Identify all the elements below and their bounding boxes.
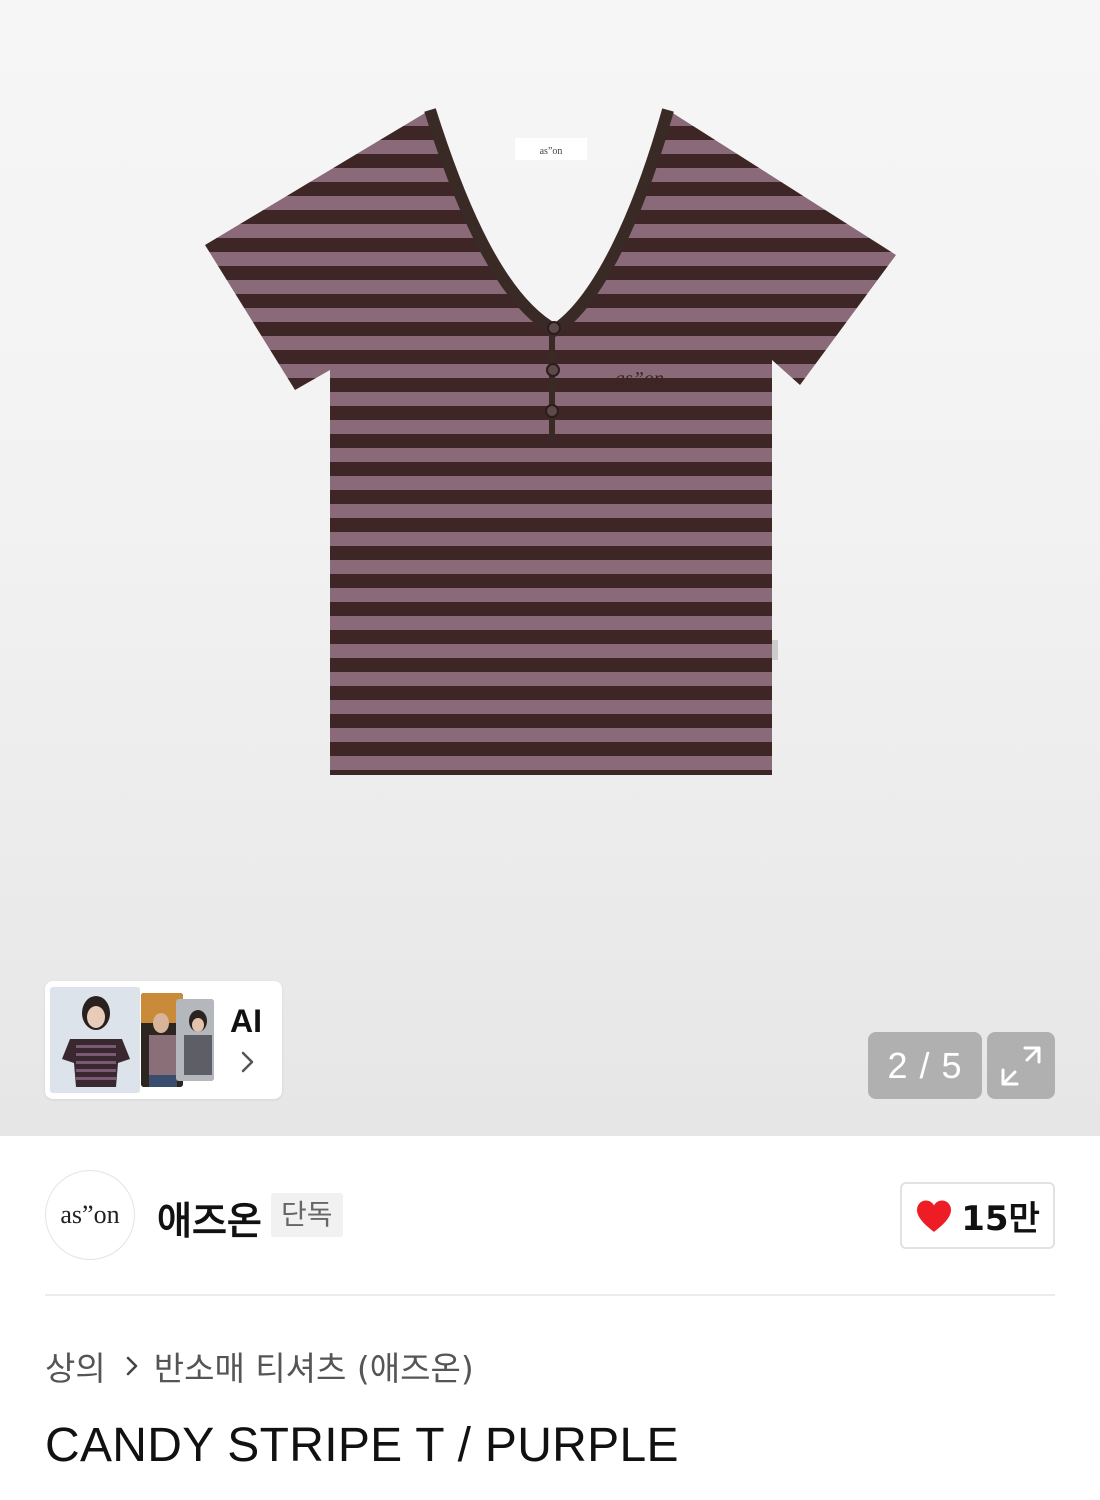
- image-counter: 2 / 5: [868, 1032, 982, 1099]
- embroidered-logo: as”on: [615, 368, 664, 390]
- ai-styling-card[interactable]: AI: [45, 981, 282, 1099]
- expand-icon: [1001, 1046, 1041, 1085]
- product-title: CANDY STRIPE T / PURPLE: [45, 1419, 679, 1472]
- product-image[interactable]: as”on as”on: [0, 0, 1100, 1136]
- like-count: 15만: [961, 1199, 1040, 1239]
- product-image-gallery[interactable]: as”on as”on AI 2 / 5: [0, 0, 1100, 1136]
- ai-model-thumbnail: [176, 999, 214, 1081]
- heart-icon: [917, 1200, 952, 1232]
- breadcrumb-item-category[interactable]: 상의: [45, 1342, 106, 1390]
- striped-tshirt: as”on as”on: [205, 108, 896, 775]
- ai-label: AI: [230, 1003, 262, 1039]
- ai-model-thumbnail: [50, 987, 140, 1093]
- brand-name[interactable]: 애즈온: [157, 1190, 262, 1245]
- brand-logo[interactable]: as”on: [45, 1170, 135, 1260]
- like-button[interactable]: 15만: [900, 1182, 1055, 1249]
- garment-tag-text: as”on: [540, 146, 563, 157]
- chevron-right-icon: [241, 1051, 254, 1073]
- chevron-right-icon: [126, 1356, 137, 1376]
- fullscreen-button[interactable]: [987, 1032, 1055, 1099]
- exclusive-badge: 단독: [271, 1193, 343, 1237]
- brand-row: as”on 애즈온 단독 15만: [45, 1170, 1055, 1260]
- breadcrumb: 상의 반소매 티셔츠 (애즈온): [45, 1344, 474, 1388]
- breadcrumb-item-subcategory[interactable]: 반소매 티셔츠 (애즈온): [154, 1342, 474, 1390]
- divider: [45, 1294, 1055, 1296]
